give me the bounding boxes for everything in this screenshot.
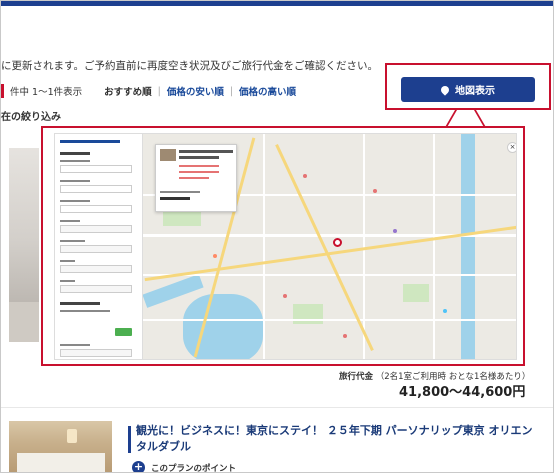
refine-button[interactable] [115, 328, 132, 336]
sort-separator: | [157, 85, 161, 97]
poi-marker [213, 254, 217, 258]
road [143, 274, 516, 276]
page: に更新されます。ご予約直前に再度空き状況及びご旅行代金をご確認ください。 件中 … [0, 0, 554, 473]
divider [1, 407, 553, 408]
popup-price-label [160, 191, 200, 193]
prefecture-select[interactable] [60, 245, 132, 253]
road [263, 134, 265, 359]
close-icon[interactable]: × [507, 142, 516, 153]
sidebar-label [60, 260, 75, 262]
poi-marker [373, 189, 377, 193]
plan-points-toggle[interactable]: + このプランのポイント [132, 460, 237, 473]
top-strip [1, 1, 553, 6]
rooms-field[interactable] [60, 205, 132, 213]
popup-hotel-name [179, 150, 233, 153]
result-count: 件中 1～1件表示 [10, 87, 83, 98]
price-value: 41,800～44,600円 [399, 385, 526, 400]
guests-field[interactable] [60, 185, 132, 193]
plan-points-label: このプランのポイント [151, 463, 237, 473]
map-search-sidebar [55, 134, 143, 359]
sub-area-select[interactable] [60, 285, 132, 293]
callout-line [445, 110, 457, 127]
callout-line [474, 110, 486, 127]
popup-thumbnail [160, 149, 176, 161]
plan-photo-bed [17, 453, 105, 472]
poi-marker [393, 229, 397, 233]
map-display-button[interactable]: 地図表示 [401, 77, 535, 102]
area-select[interactable] [60, 265, 132, 273]
hotel-info-popup[interactable] [155, 144, 237, 212]
date-field[interactable] [60, 165, 132, 173]
plan-photo[interactable] [9, 421, 112, 472]
popup-hotel-name [179, 156, 219, 159]
poi-marker [443, 309, 447, 313]
pin-icon [439, 83, 451, 96]
sidebar-label [60, 180, 90, 182]
sort-recommended[interactable]: おすすめ順 [104, 84, 152, 98]
plan-title[interactable]: 観光に！ビジネスに！東京にステイ！ ２５年下期 パーソナリップ東京 オリエンタル… [136, 423, 536, 455]
region-select[interactable] [60, 225, 132, 233]
sidebar-label [60, 240, 85, 242]
road [433, 134, 435, 359]
hotel-map-marker[interactable] [333, 238, 342, 247]
sort-separator: | [229, 85, 234, 97]
hotel-photo-lower [9, 302, 39, 342]
sidebar-label [60, 310, 110, 312]
popup-tag [179, 171, 219, 173]
sidebar-label [60, 280, 75, 282]
plus-icon: + [132, 460, 145, 473]
hotel-photo [9, 148, 39, 302]
plan-photo-lamp [67, 429, 77, 443]
popup-tag [179, 165, 219, 167]
results-bar: 件中 1～1件表示 おすすめ順 | 価格の安い順 | 価格の高い順 [1, 84, 296, 98]
sidebar-label [60, 220, 80, 222]
price-label-text: 旅行代金 [339, 372, 374, 382]
river [461, 134, 475, 359]
sidebar-label [60, 200, 90, 202]
map-button-label: 地図表示 [455, 86, 495, 97]
sidebar-label [60, 160, 90, 162]
poi-marker [343, 334, 347, 338]
poi-marker [303, 174, 307, 178]
availability-notice: に更新されます。ご予約直前に再度空き状況及びご旅行代金をご確認ください。 [1, 60, 378, 72]
park [293, 304, 323, 324]
sidebar-label [60, 152, 90, 155]
sidebar-label [60, 344, 90, 346]
sidebar-header [60, 140, 120, 143]
popup-tag [179, 177, 209, 179]
popup-price [160, 197, 190, 200]
current-filters-title: 在の絞り込み [1, 112, 61, 123]
map-modal: × [54, 133, 517, 360]
sidebar-label [60, 302, 100, 305]
extra-select[interactable] [60, 349, 132, 357]
poi-marker [283, 294, 287, 298]
plan-title-bar [128, 426, 131, 453]
red-marker [1, 84, 4, 98]
sort-cheapest[interactable]: 価格の安い順 [167, 84, 224, 98]
road [143, 319, 516, 321]
sort-expensive[interactable]: 価格の高い順 [239, 84, 296, 98]
park [403, 284, 429, 302]
map-preview-highlight: × [41, 126, 525, 366]
